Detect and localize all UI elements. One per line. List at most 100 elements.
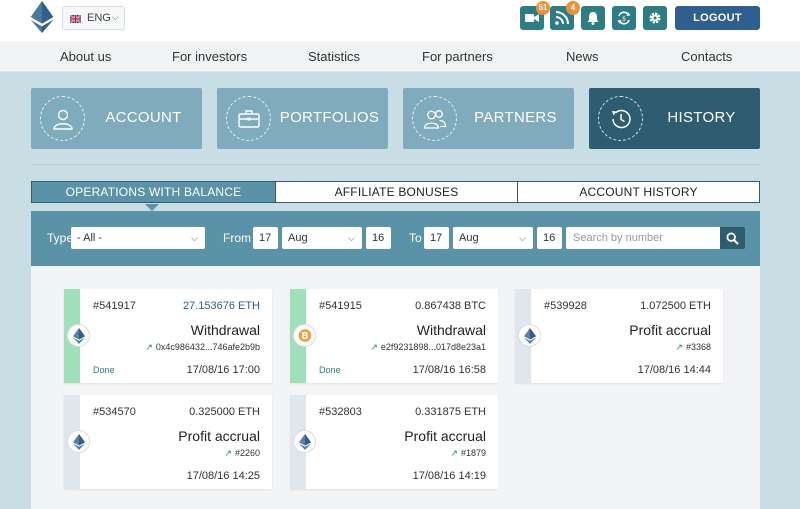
operation-id: #532803 — [319, 406, 362, 418]
to-label: To — [409, 231, 422, 245]
chevron-down-icon: ⌵ — [348, 233, 355, 243]
from-label: From — [223, 231, 251, 245]
external-link-icon: ↗ — [450, 448, 458, 458]
language-select[interactable]: ENG ⌵ — [62, 6, 125, 30]
settings-button[interactable] — [643, 6, 667, 30]
search-button[interactable] — [720, 227, 745, 249]
svg-text:B: B — [301, 331, 308, 342]
operation-amount: 0.867438 BTC — [415, 300, 486, 312]
operation-card[interactable]: #534570 0.325000 ETH Profit accrual ↗ #22… — [64, 395, 272, 489]
operation-date: 17/08/16 14:19 — [412, 470, 486, 482]
operation-type: Profit accrual — [404, 428, 486, 444]
tile-partners[interactable]: PARTNERS — [403, 88, 574, 149]
operations-list: #541917 27.153676 ETH Withdrawal ↗ 0x4c98… — [31, 266, 760, 509]
tile-portfolios[interactable]: PORTFOLIOS — [217, 88, 388, 149]
main-nav: About us For investors Statistics For pa… — [0, 41, 800, 72]
ethereum-icon — [524, 328, 536, 344]
operation-card[interactable]: B #541915 0.867438 BTC Withdrawal ↗ e2f92… — [290, 289, 498, 383]
type-select[interactable]: - All - ⌵ — [71, 227, 205, 249]
operation-card[interactable]: #541917 27.153676 ETH Withdrawal ↗ 0x4c98… — [64, 289, 272, 383]
tile-portfolios-label: PORTFOLIOS — [279, 109, 380, 126]
coin-badge — [67, 430, 90, 453]
from-day-value: 17 — [259, 232, 272, 244]
ethereum-icon — [73, 328, 85, 344]
external-link-icon: ↗ — [224, 448, 232, 458]
rss-button[interactable]: 4 — [550, 1, 580, 30]
operation-reference-link[interactable]: ↗ e2f9231898...017d8e23a1 — [370, 342, 486, 353]
tile-account[interactable]: ACCOUNT — [31, 88, 202, 149]
to-month-select[interactable]: Aug ⌵ — [453, 227, 533, 249]
operation-reference: #2260 — [234, 448, 260, 458]
coin-badge: B — [293, 324, 316, 347]
from-month-select[interactable]: Aug ⌵ — [282, 227, 362, 249]
operation-amount: 0.325000 ETH — [189, 406, 260, 418]
bitcoin-icon: B — [298, 329, 312, 342]
exchange-button[interactable]: $ — [612, 6, 636, 30]
operation-status: Done — [319, 365, 341, 375]
ethereum-icon — [73, 434, 85, 450]
external-link-icon: ↗ — [370, 342, 378, 352]
from-year-field[interactable]: 16 — [366, 227, 391, 249]
tile-icon-circle — [412, 96, 457, 141]
from-year-value: 16 — [372, 232, 385, 244]
tab-affiliate-bonuses[interactable]: AFFILIATE BONUSES — [276, 182, 517, 202]
video-button[interactable]: 51 — [520, 1, 550, 30]
logout-button[interactable]: LOGOUT — [675, 6, 760, 30]
nav-statistics[interactable]: Statistics — [308, 49, 360, 64]
tile-history[interactable]: HISTORY — [589, 88, 760, 149]
history-icon — [612, 109, 631, 129]
user-icon — [53, 109, 73, 130]
nav-about-us[interactable]: About us — [60, 49, 111, 64]
tab-account-history[interactable]: ACCOUNT HISTORY — [518, 182, 759, 202]
to-day-value: 17 — [430, 232, 443, 244]
video-badge: 51 — [536, 1, 550, 15]
to-year-field[interactable]: 16 — [537, 227, 562, 249]
tab-operations-with-balance[interactable]: OPERATIONS WITH BALANCE — [32, 182, 275, 202]
external-link-icon: ↗ — [145, 342, 153, 352]
operation-card[interactable]: #539928 1.072500 ETH Profit accrual ↗ #33… — [515, 289, 723, 383]
nav-news[interactable]: News — [566, 49, 599, 64]
chevron-down-icon: ⌵ — [519, 233, 526, 243]
nav-for-partners[interactable]: For partners — [422, 49, 493, 64]
operation-reference: 0x4c986432...746afe2b9b — [155, 342, 260, 352]
operation-reference-link[interactable]: ↗ 0x4c986432...746afe2b9b — [145, 342, 260, 353]
operation-type: Profit accrual — [178, 428, 260, 444]
operation-reference-link[interactable]: ↗ #1879 — [450, 448, 486, 459]
operation-amount: 0.331875 ETH — [415, 406, 486, 418]
tile-icon-circle — [226, 96, 271, 141]
operation-type: Profit accrual — [629, 322, 711, 338]
active-tab-pointer — [145, 204, 159, 211]
type-label: Type — [47, 231, 74, 245]
operation-card[interactable]: #532803 0.331875 ETH Profit accrual ↗ #18… — [290, 395, 498, 489]
tile-partners-label: PARTNERS — [474, 109, 557, 126]
operation-date: 17/08/16 14:44 — [637, 364, 711, 376]
type-select-value: - All - — [77, 232, 103, 244]
operation-reference: #3368 — [685, 342, 711, 352]
coin-badge — [293, 430, 316, 453]
nav-for-investors[interactable]: For investors — [172, 49, 247, 64]
operation-reference: e2f9231898...017d8e23a1 — [380, 342, 486, 352]
to-year-value: 16 — [543, 232, 556, 244]
operation-id: #539928 — [544, 300, 587, 312]
search-input[interactable] — [566, 227, 720, 249]
tile-account-label: ACCOUNT — [105, 109, 182, 126]
from-day-field[interactable]: 17 — [253, 227, 278, 249]
ethereum-logo[interactable] — [30, 1, 54, 33]
operation-amount: 27.153676 ETH — [182, 300, 260, 312]
bell-icon — [587, 12, 599, 25]
operation-type: Withdrawal — [190, 322, 260, 338]
language-label: ENG — [87, 12, 111, 24]
tile-icon-circle — [40, 96, 85, 141]
operation-reference-link[interactable]: ↗ #3368 — [675, 342, 711, 353]
to-day-field[interactable]: 17 — [424, 227, 449, 249]
operation-reference-link[interactable]: ↗ #2260 — [224, 448, 260, 459]
notifications-button[interactable] — [581, 6, 605, 30]
rss-badge: 4 — [566, 1, 580, 15]
nav-contacts[interactable]: Contacts — [681, 49, 732, 64]
chevron-down-icon: ⌵ — [112, 12, 119, 22]
search-icon — [726, 232, 739, 245]
operation-status: Done — [93, 365, 115, 375]
coin-badge — [518, 324, 541, 347]
coin-badge — [67, 324, 90, 347]
from-month-value: Aug — [288, 232, 308, 244]
